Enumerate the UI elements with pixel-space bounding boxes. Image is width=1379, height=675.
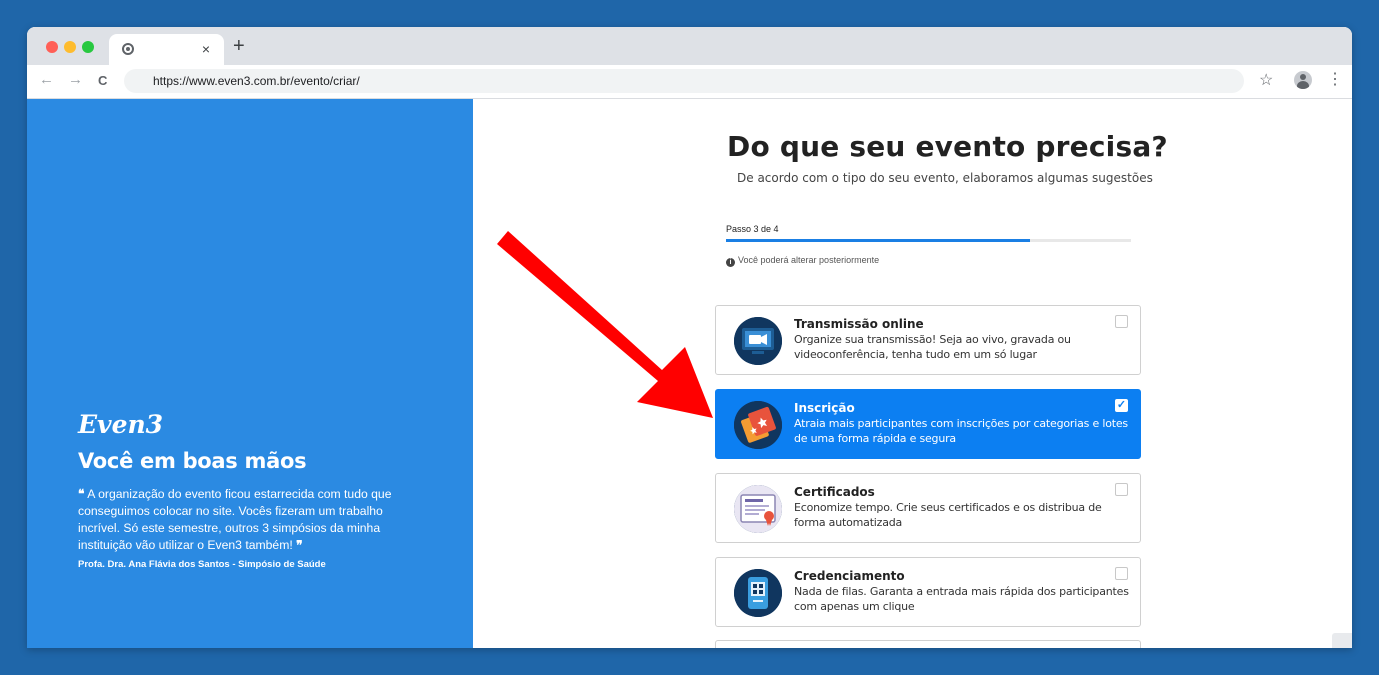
option-card-certificados[interactable]: Certificados Economize tempo. Crie seus … [715,473,1141,543]
testimonial-author: Profa. Dra. Ana Flávia dos Santos - Simp… [78,559,326,570]
close-quote-icon: ❞ [296,538,303,552]
info-note: i Você poderá alterar posteriormente [726,255,879,267]
forward-icon[interactable]: → [68,71,83,88]
info-note-text: Você poderá alterar posteriormente [738,255,880,265]
tab-close-icon[interactable]: × [202,41,210,57]
page-content: Even3 Você em boas mãos ❝ A organização … [27,99,1352,648]
video-camera-icon [734,317,782,365]
url-text: https://www.even3.com.br/evento/criar/ [153,74,360,88]
option-title: Transmissão online [794,317,924,331]
minimize-window-button[interactable] [64,41,76,53]
page-title: Do que seu evento precisa? [727,130,1168,163]
option-checkbox[interactable] [1115,567,1128,580]
qr-badge-icon [734,569,782,617]
recaptcha-badge-icon[interactable] [1332,633,1352,648]
info-icon: i [726,258,735,267]
page-subtitle: De acordo com o tipo do seu evento, elab… [737,171,1153,185]
profile-avatar-icon[interactable] [1294,71,1312,89]
checkmark-icon: ✓ [1116,399,1127,411]
option-title: Credenciamento [794,569,905,583]
browser-menu-icon[interactable]: ⋮ [1327,69,1343,89]
option-description: Organize sua transmissão! Seja ao vivo, … [794,333,1071,361]
option-card-transmissao[interactable]: Transmissão online Organize sua transmis… [715,305,1141,375]
option-card-credenciamento[interactable]: Credenciamento Nada de filas. Garanta a … [715,557,1141,627]
option-description: Nada de filas. Garanta a entrada mais rá… [794,585,1129,613]
address-bar[interactable]: https://www.even3.com.br/evento/criar/ [124,69,1244,93]
ticket-icon [734,401,782,449]
option-card-partial[interactable] [715,640,1141,648]
progress-bar [726,239,1131,242]
testimonial: ❝ A organização do evento ficou estarrec… [78,486,423,554]
testimonial-text: A organização do evento ficou estarrecid… [78,487,392,552]
sidebar-tagline: Você em boas mãos [78,449,307,473]
certificate-icon [734,485,782,533]
option-description: Economize tempo. Crie seus certificados … [794,501,1102,529]
step-label: Passo 3 de 4 [726,224,779,234]
browser-toolbar: ← → C https://www.even3.com.br/evento/cr… [27,65,1352,99]
close-window-button[interactable] [46,41,58,53]
open-quote-icon: ❝ [78,487,85,501]
even3-logo: Even3 [78,410,164,439]
option-checkbox[interactable] [1115,483,1128,496]
option-checkbox[interactable] [1115,315,1128,328]
browser-window: × + ← → C https://www.even3.com.br/event… [27,27,1352,648]
bookmark-star-icon[interactable]: ☆ [1259,70,1273,90]
chrome-favicon-icon [122,43,134,55]
browser-tab[interactable]: × [109,34,224,65]
sidebar-panel: Even3 Você em boas mãos ❝ A organização … [27,99,473,648]
tab-strip: × + [27,27,1352,65]
option-title: Certificados [794,485,875,499]
option-description: Atraia mais participantes com inscrições… [794,417,1128,445]
reload-icon[interactable]: C [98,73,107,88]
option-title: Inscrição [794,401,855,415]
option-card-inscricao[interactable]: Inscrição Atraia mais participantes com … [715,389,1141,459]
progress-fill [726,239,1030,242]
back-icon[interactable]: ← [39,71,54,88]
new-tab-button[interactable]: + [233,35,245,58]
option-checkbox-checked[interactable]: ✓ [1115,399,1128,412]
maximize-window-button[interactable] [82,41,94,53]
